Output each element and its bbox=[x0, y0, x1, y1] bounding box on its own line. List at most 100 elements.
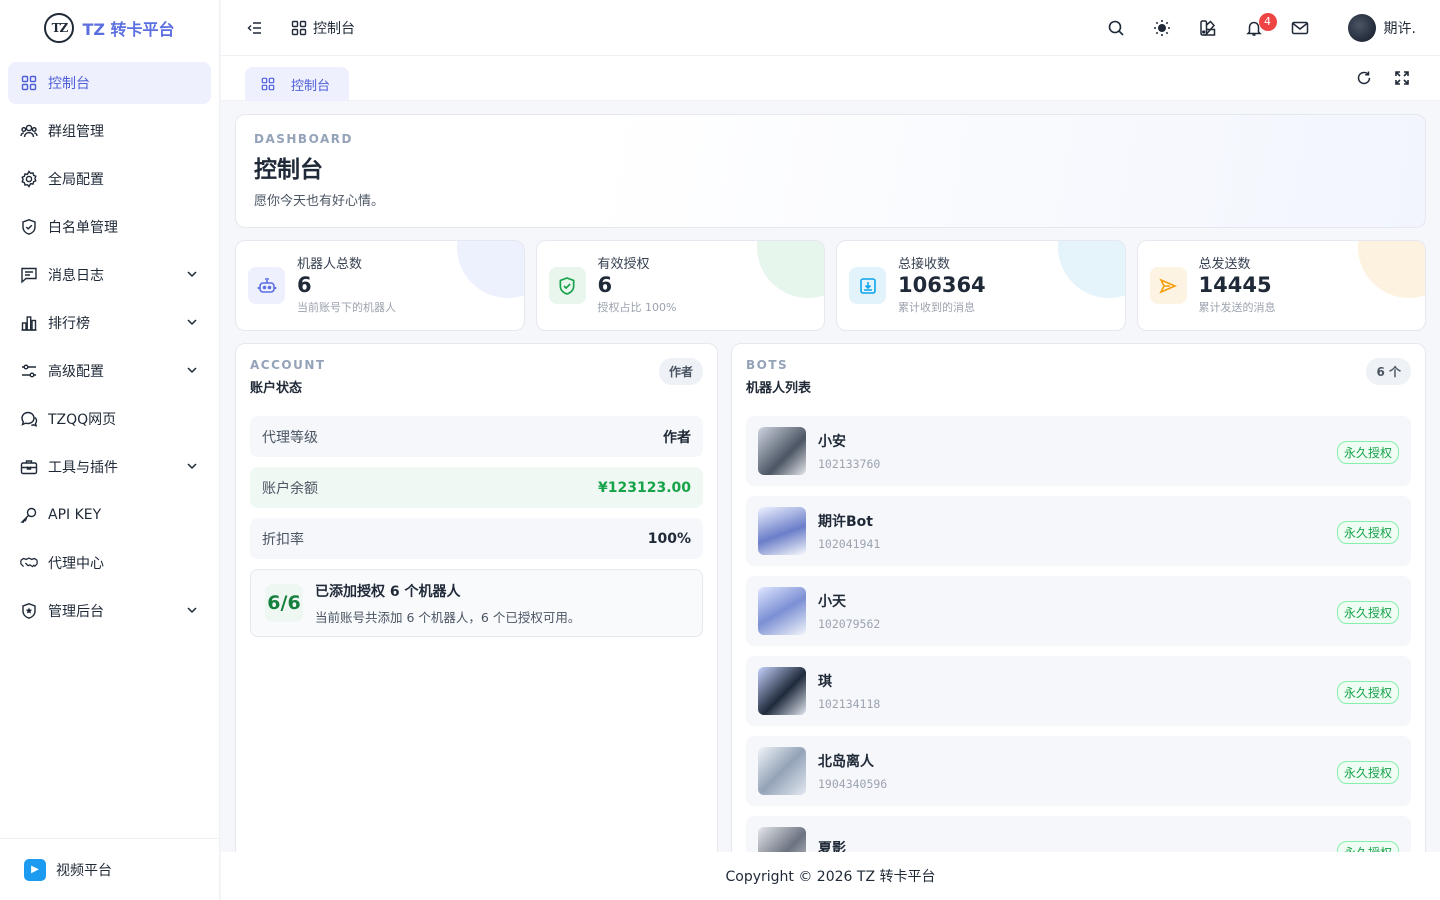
dashboard-grid-icon bbox=[20, 74, 38, 92]
sidebar-item-label: 排行榜 bbox=[48, 316, 90, 332]
sidebar-item-tzqq-web[interactable]: TZQQ网页 bbox=[8, 398, 211, 440]
stat-text: 总发送数 14445 累计发送的消息 bbox=[1199, 253, 1276, 318]
card-header: ACCOUNT 账户状态 作者 bbox=[250, 358, 703, 396]
page-title: 控制台 bbox=[254, 157, 323, 183]
sidebar-item-label: 高级配置 bbox=[48, 364, 104, 380]
stat-hint: 累计发送的消息 bbox=[1198, 301, 1276, 314]
stat-card-sent: 总发送数 14445 累计发送的消息 bbox=[1136, 240, 1426, 331]
card-eyebrow: BOTS bbox=[746, 358, 789, 372]
sidebar-item-label: 管理后台 bbox=[48, 604, 104, 620]
card-header: BOTS 机器人列表 6 个 bbox=[746, 358, 1411, 396]
breadcrumb-label: 控制台 bbox=[313, 20, 355, 37]
bot-qq: 102041941 bbox=[818, 537, 881, 551]
list-item[interactable]: 小安 102133760 永久授权 bbox=[746, 416, 1411, 486]
auth-tag: 永久授权 bbox=[1336, 601, 1399, 624]
notification-count-badge: 4 bbox=[1258, 12, 1277, 31]
refresh-button[interactable] bbox=[1350, 68, 1378, 88]
bot-qq: 1904340596 bbox=[818, 777, 888, 791]
sun-icon bbox=[1153, 19, 1170, 36]
stat-label: 总发送数 bbox=[1198, 257, 1251, 272]
chevron-down-icon bbox=[187, 607, 197, 614]
sidebar-item-advanced-config[interactable]: 高级配置 bbox=[8, 350, 211, 392]
tab-bar: 控制台 bbox=[221, 56, 1440, 101]
top-header: 控制台 4 期许. bbox=[221, 0, 1440, 56]
list-item[interactable]: 琪 102134118 永久授权 bbox=[746, 656, 1411, 726]
user-menu[interactable]: 期许. bbox=[1347, 13, 1416, 42]
stat-value: 14445 bbox=[1198, 273, 1272, 297]
video-platform-link[interactable]: ▶ 视频平台 bbox=[0, 838, 220, 900]
tab-dashboard[interactable]: 控制台 bbox=[245, 67, 349, 101]
message-icon bbox=[20, 266, 38, 284]
stat-card-received: 总接收数 106364 累计收到的消息 bbox=[836, 240, 1126, 331]
stat-hint: 当前账号下的机器人 bbox=[297, 301, 396, 314]
breadcrumb[interactable]: 控制台 bbox=[291, 18, 355, 38]
list-item[interactable]: 小天 102079562 永久授权 bbox=[746, 576, 1411, 646]
brand[interactable]: TZ TZ 转卡平台 bbox=[0, 0, 219, 56]
sidebar-item-leaderboard[interactable]: 排行榜 bbox=[8, 302, 211, 344]
row-value: 作者 bbox=[663, 429, 691, 446]
stat-hint: 累计收到的消息 bbox=[898, 301, 975, 314]
sidebar-item-groups[interactable]: 群组管理 bbox=[8, 110, 211, 152]
shield-check-icon bbox=[548, 267, 586, 304]
card-title: 账户状态 bbox=[250, 381, 303, 396]
sidebar-item-whitelist[interactable]: 白名单管理 bbox=[8, 206, 211, 248]
sidebar-item-agent-center[interactable]: 代理中心 bbox=[8, 542, 211, 584]
sidebar-item-label: API KEY bbox=[48, 507, 102, 523]
list-item[interactable]: 北岛离人 1904340596 永久授权 bbox=[746, 736, 1411, 806]
bot-list: 小安 102133760 永久授权 期许Bot 102041941 永久授权 小… bbox=[746, 416, 1411, 852]
sidebar-item-tools-plugins[interactable]: 工具与插件 bbox=[8, 446, 211, 488]
stat-label: 有效授权 bbox=[597, 257, 650, 272]
sidebar-item-label: 代理中心 bbox=[48, 556, 104, 572]
stat-label: 机器人总数 bbox=[297, 257, 363, 272]
auth-summary: 6/6 已添加授权 6 个机器人 当前账号共添加 6 个机器人，6 个已授权可用… bbox=[250, 569, 703, 637]
stat-decoration bbox=[1057, 241, 1125, 298]
list-item[interactable]: 期许Bot 102041941 永久授权 bbox=[746, 496, 1411, 566]
stat-decoration bbox=[757, 241, 825, 298]
bot-avatar bbox=[758, 427, 806, 475]
bots-card: BOTS 机器人列表 6 个 小安 102133760 永久授权 期许Bot 1… bbox=[731, 343, 1426, 852]
dashboard-hero: DASHBOARD 控制台 愿你今天也有好心情。 bbox=[235, 114, 1426, 228]
notifications-button[interactable]: 4 bbox=[1236, 10, 1277, 46]
row-value: ¥123123.00 bbox=[598, 479, 691, 496]
menu-fold-icon bbox=[247, 21, 261, 34]
sidebar-item-admin[interactable]: 管理后台 bbox=[8, 590, 211, 632]
auth-ratio: 6/6 bbox=[265, 584, 303, 622]
fullscreen-button[interactable] bbox=[1388, 68, 1416, 88]
collapse-sidebar-button[interactable] bbox=[237, 10, 273, 46]
sidebar-item-dashboard[interactable]: 控制台 bbox=[8, 62, 211, 104]
key-icon bbox=[20, 506, 38, 524]
stat-card-valid-auth: 有效授权 6 授权占比 100% bbox=[535, 240, 825, 331]
skin-button[interactable] bbox=[1190, 10, 1226, 46]
stat-decoration bbox=[1358, 241, 1426, 298]
account-card: ACCOUNT 账户状态 作者 代理等级 作者 账户余额 ¥123123.00 … bbox=[235, 343, 718, 852]
sidebar-item-label: 控制台 bbox=[48, 76, 90, 92]
account-rows: 代理等级 作者 账户余额 ¥123123.00 折扣率 100% bbox=[250, 416, 703, 559]
bot-name: 小天 bbox=[818, 594, 846, 610]
robot-icon bbox=[248, 267, 285, 304]
list-item[interactable]: 夏影 永久授权 bbox=[746, 816, 1411, 852]
search-button[interactable] bbox=[1098, 10, 1134, 46]
stat-value: 106364 bbox=[898, 273, 986, 297]
chevron-down-icon bbox=[187, 271, 197, 278]
balance-row: 账户余额 ¥123123.00 bbox=[250, 467, 703, 508]
messages-button[interactable] bbox=[1282, 10, 1318, 46]
sidebar-item-label: 群组管理 bbox=[48, 124, 104, 140]
sidebar-item-api-key[interactable]: API KEY bbox=[8, 494, 211, 536]
stat-decoration bbox=[456, 241, 524, 298]
stat-value: 6 bbox=[597, 273, 613, 297]
gear-icon bbox=[20, 170, 38, 188]
bot-avatar bbox=[758, 507, 806, 555]
sidebar-item-message-log[interactable]: 消息日志 bbox=[8, 254, 211, 296]
dashboard-grid-icon bbox=[291, 20, 307, 35]
main-content: DASHBOARD 控制台 愿你今天也有好心情。 机器人总数 6 当前账号下的机… bbox=[221, 101, 1440, 852]
theme-toggle-button[interactable] bbox=[1144, 10, 1180, 46]
sidebar-item-global-config[interactable]: 全局配置 bbox=[8, 158, 211, 200]
bot-name: 夏影 bbox=[818, 841, 846, 852]
brand-name: TZ 转卡平台 bbox=[82, 20, 175, 39]
auth-desc: 当前账号共添加 6 个机器人，6 个已授权可用。 bbox=[315, 609, 581, 625]
bar-chart-icon bbox=[20, 314, 38, 332]
stat-value: 6 bbox=[297, 273, 312, 297]
chat-bubbles-icon bbox=[20, 410, 38, 428]
discount-row: 折扣率 100% bbox=[250, 518, 703, 559]
bot-qq: 102133760 bbox=[818, 457, 881, 471]
